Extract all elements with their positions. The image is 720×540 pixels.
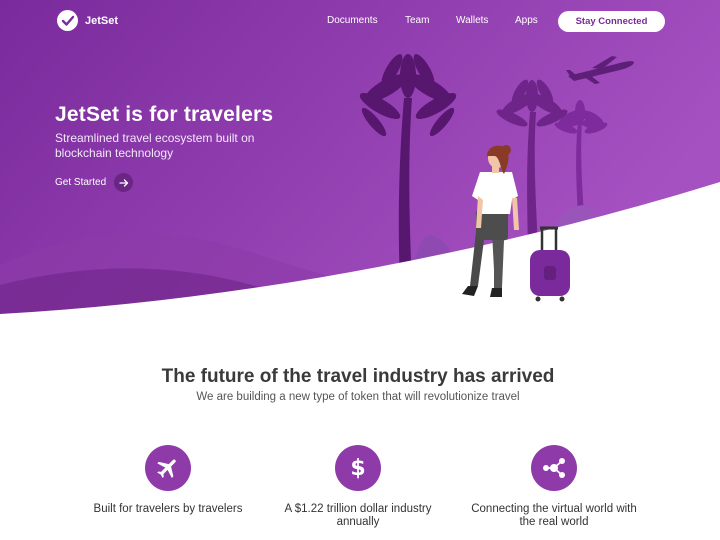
hero-subtitle: Streamlined travel ecosystem built on bl… xyxy=(55,131,255,160)
feature-label: A $1.22 trillion dollar industry annuall… xyxy=(284,503,432,528)
nav-link-team[interactable]: Team xyxy=(405,15,429,26)
top-navigation: JetSet Documents Team Wallets Apps Stay … xyxy=(0,0,720,42)
svg-text:$: $ xyxy=(350,456,365,481)
nav-link-wallets[interactable]: Wallets xyxy=(456,15,488,26)
checkmark-logo-icon xyxy=(57,10,78,31)
section-title: The future of the travel industry has ar… xyxy=(161,366,555,387)
brand-name: JetSet xyxy=(85,14,119,27)
nav-link-documents[interactable]: Documents xyxy=(327,15,378,26)
feature-label: Built for travelers by travelers xyxy=(93,503,243,515)
get-started-label: Get Started xyxy=(55,177,107,188)
hero-title: JetSet is for travelers xyxy=(55,103,274,126)
arrow-right-icon xyxy=(114,173,134,192)
network-icon xyxy=(531,445,577,491)
feature-travelers: Built for travelers by travelers xyxy=(83,445,253,516)
feature-industry: $ A $1.22 trillion dollar industry annua… xyxy=(273,445,443,529)
feature-connecting: Connecting the virtual world with the re… xyxy=(469,445,639,529)
feature-label: Connecting the virtual world with the re… xyxy=(471,503,637,528)
get-started-button[interactable]: Get Started xyxy=(55,173,134,192)
section-subtitle: We are building a new type of token that… xyxy=(196,391,520,403)
stay-connected-button[interactable]: Stay Connected xyxy=(558,11,665,32)
brand[interactable]: JetSet xyxy=(57,10,118,31)
hero-section: JetSet Documents Team Wallets Apps Stay … xyxy=(0,0,720,320)
airplane-icon xyxy=(145,445,191,491)
nav-link-apps[interactable]: Apps xyxy=(515,15,538,26)
dollar-icon: $ xyxy=(335,445,381,491)
